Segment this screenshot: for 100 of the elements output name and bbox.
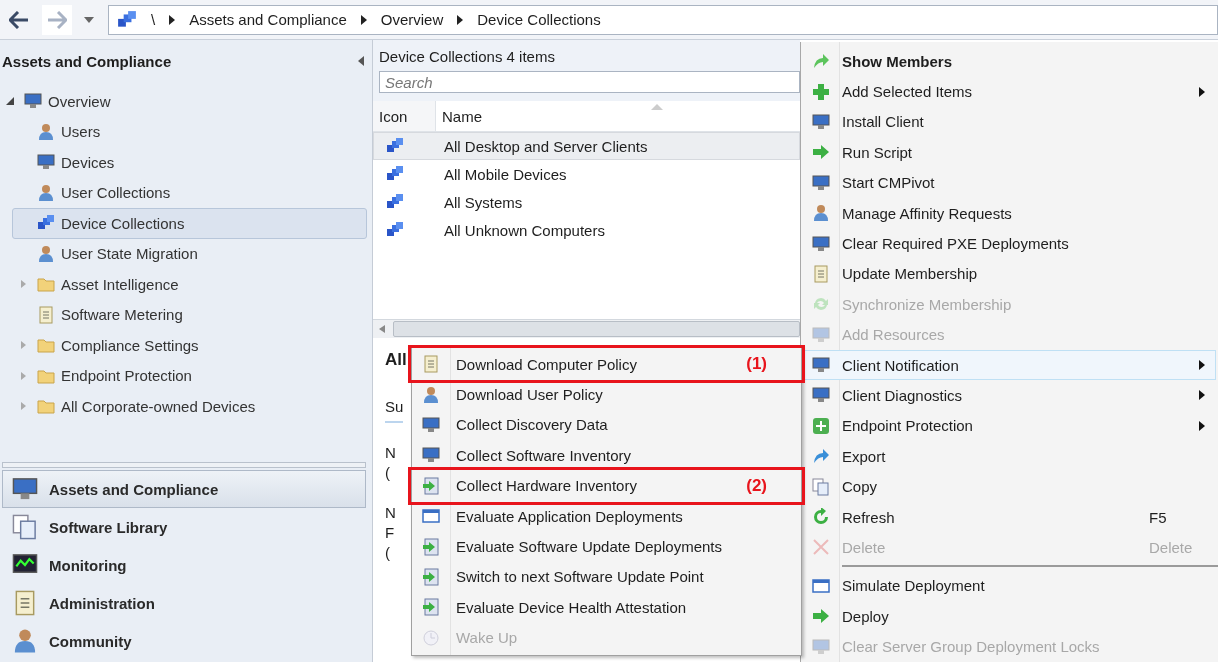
back-arrow-icon (9, 10, 29, 29)
arrow-icon (812, 143, 830, 162)
sort-icon (651, 104, 663, 110)
monitor-icon (422, 415, 440, 434)
menu-item[interactable]: Run Script (801, 137, 1216, 168)
chevron-icon (169, 14, 176, 25)
address-bar[interactable]: \ Assets and Compliance Overview Device Collections (108, 4, 1218, 35)
table-row[interactable]: All Mobile Devices (373, 160, 800, 188)
cross-icon (812, 538, 830, 557)
cubes-icon (386, 193, 404, 211)
workspace-item[interactable]: Assets and Compliance (2, 470, 366, 508)
monitor-icon (812, 386, 830, 405)
menu-item[interactable]: Evaluate Software Update Deployments (412, 531, 801, 562)
tree-item[interactable]: Asset Intelligence (12, 269, 367, 300)
document-icon (37, 305, 55, 324)
monitor-icon (37, 153, 55, 172)
person-icon (422, 385, 440, 404)
arrow-icon (812, 607, 830, 626)
person-icon (37, 244, 55, 263)
folder-icon (37, 397, 55, 416)
breadcrumb-item[interactable]: Overview (380, 11, 444, 28)
workspace-item[interactable]: Software Library (2, 508, 366, 546)
window-icon (422, 507, 440, 526)
menu-item[interactable]: Add Selected Items (801, 76, 1216, 107)
tree-item[interactable]: Device Collections (12, 208, 367, 239)
detail-tab[interactable]: Su (385, 398, 404, 423)
breadcrumb-item[interactable]: Assets and Compliance (189, 11, 347, 28)
tree-item[interactable]: Overview (0, 86, 367, 117)
monitor-icon (812, 637, 830, 656)
document-icon (422, 598, 440, 617)
column-header[interactable]: Name (436, 101, 482, 131)
menu-item[interactable]: Endpoint Protection (801, 410, 1216, 442)
monitor-icon (12, 476, 38, 502)
shield-icon (812, 416, 830, 435)
search-field[interactable]: Search (379, 71, 800, 93)
menu-item[interactable]: Start CMPivot (801, 167, 1216, 198)
table-row[interactable]: All Desktop and Server Clients (373, 132, 800, 160)
forward-arrow-icon (47, 10, 67, 29)
copy-icon (12, 514, 38, 540)
workspace-item[interactable]: Administration (2, 584, 366, 622)
refresh-icon (812, 508, 830, 527)
menu-item[interactable]: Collect Software Inventory (412, 440, 801, 471)
tree-item[interactable]: Compliance Settings (12, 330, 367, 361)
detail-label: N (385, 443, 396, 463)
menu-item[interactable]: Client Diagnostics (801, 380, 1216, 411)
person-icon (12, 628, 38, 654)
monitor-icon (812, 234, 830, 253)
clock-icon (422, 628, 440, 647)
tree-item[interactable]: Devices (12, 147, 367, 178)
menu-item[interactable]: Install Client (801, 106, 1216, 138)
scroll-left-icon[interactable] (379, 325, 385, 333)
monitor-icon (812, 356, 830, 375)
detail-label: N (385, 503, 396, 523)
tree-item[interactable]: User Collections (12, 177, 367, 208)
menu-item[interactable]: Show Members (801, 46, 1216, 77)
menu-item[interactable]: Evaluate Application Deployments (412, 500, 801, 532)
folder-icon (37, 275, 55, 294)
menu-item[interactable]: Manage Affinity Requests (801, 197, 1216, 229)
cubes-icon (386, 221, 404, 239)
menu-item[interactable]: Refresh F5 (801, 501, 1216, 533)
workspace-item[interactable]: Community (2, 622, 366, 660)
detail-label: ( (385, 463, 391, 483)
plus-icon (812, 82, 830, 101)
dropdown-caret-icon[interactable] (84, 16, 94, 23)
menu-item[interactable]: Download User Policy (412, 379, 801, 410)
tree-item[interactable]: Endpoint Protection (12, 360, 367, 391)
tree-item[interactable]: All Corporate-owned Devices (12, 391, 367, 422)
expander-icon[interactable] (6, 97, 14, 106)
monitor-icon (422, 446, 440, 465)
tree-item[interactable]: User State Migration (12, 238, 367, 269)
menu-item[interactable]: Evaluate Device Health Attestation (412, 592, 801, 623)
menu-item[interactable]: Switch to next Software Update Point (412, 561, 801, 593)
menu-item[interactable]: Update Membership (801, 258, 1216, 290)
menu-item[interactable]: Download Computer Policy (1) (412, 349, 801, 380)
monitor-icon (812, 325, 830, 344)
document-icon (812, 264, 830, 283)
window-icon (812, 576, 830, 595)
menu-item[interactable]: Collect Hardware Inventory (2) (412, 470, 801, 501)
workspace-item[interactable]: Monitoring (2, 546, 366, 584)
collapse-icon[interactable] (358, 56, 364, 66)
menu-item[interactable]: Simulate Deployment (801, 570, 1216, 602)
scrollbar[interactable] (373, 319, 800, 338)
column-header[interactable]: Icon (373, 101, 436, 131)
menu-item[interactable]: Deploy (801, 601, 1216, 632)
chevron-icon (360, 14, 367, 25)
forward-button[interactable] (42, 4, 72, 35)
menu-item[interactable]: Clear Required PXE Deployments (801, 228, 1216, 259)
menu-item[interactable]: Collect Discovery Data (412, 409, 801, 441)
menu-item[interactable]: Export (801, 441, 1216, 472)
monitor-icon (812, 173, 830, 192)
table-row[interactable]: All Systems (373, 188, 800, 216)
tree-item[interactable]: Users (12, 116, 367, 147)
chevron-icon (457, 14, 464, 25)
breadcrumb-item[interactable]: Device Collections (477, 11, 601, 28)
tree-item[interactable]: Software Metering (12, 299, 367, 330)
cubes-icon (386, 137, 404, 155)
breadcrumb-item[interactable]: \ (151, 11, 156, 28)
folder-icon (37, 336, 55, 355)
menu-item[interactable]: Copy (801, 471, 1216, 502)
table-row[interactable]: All Unknown Computers (373, 216, 800, 244)
